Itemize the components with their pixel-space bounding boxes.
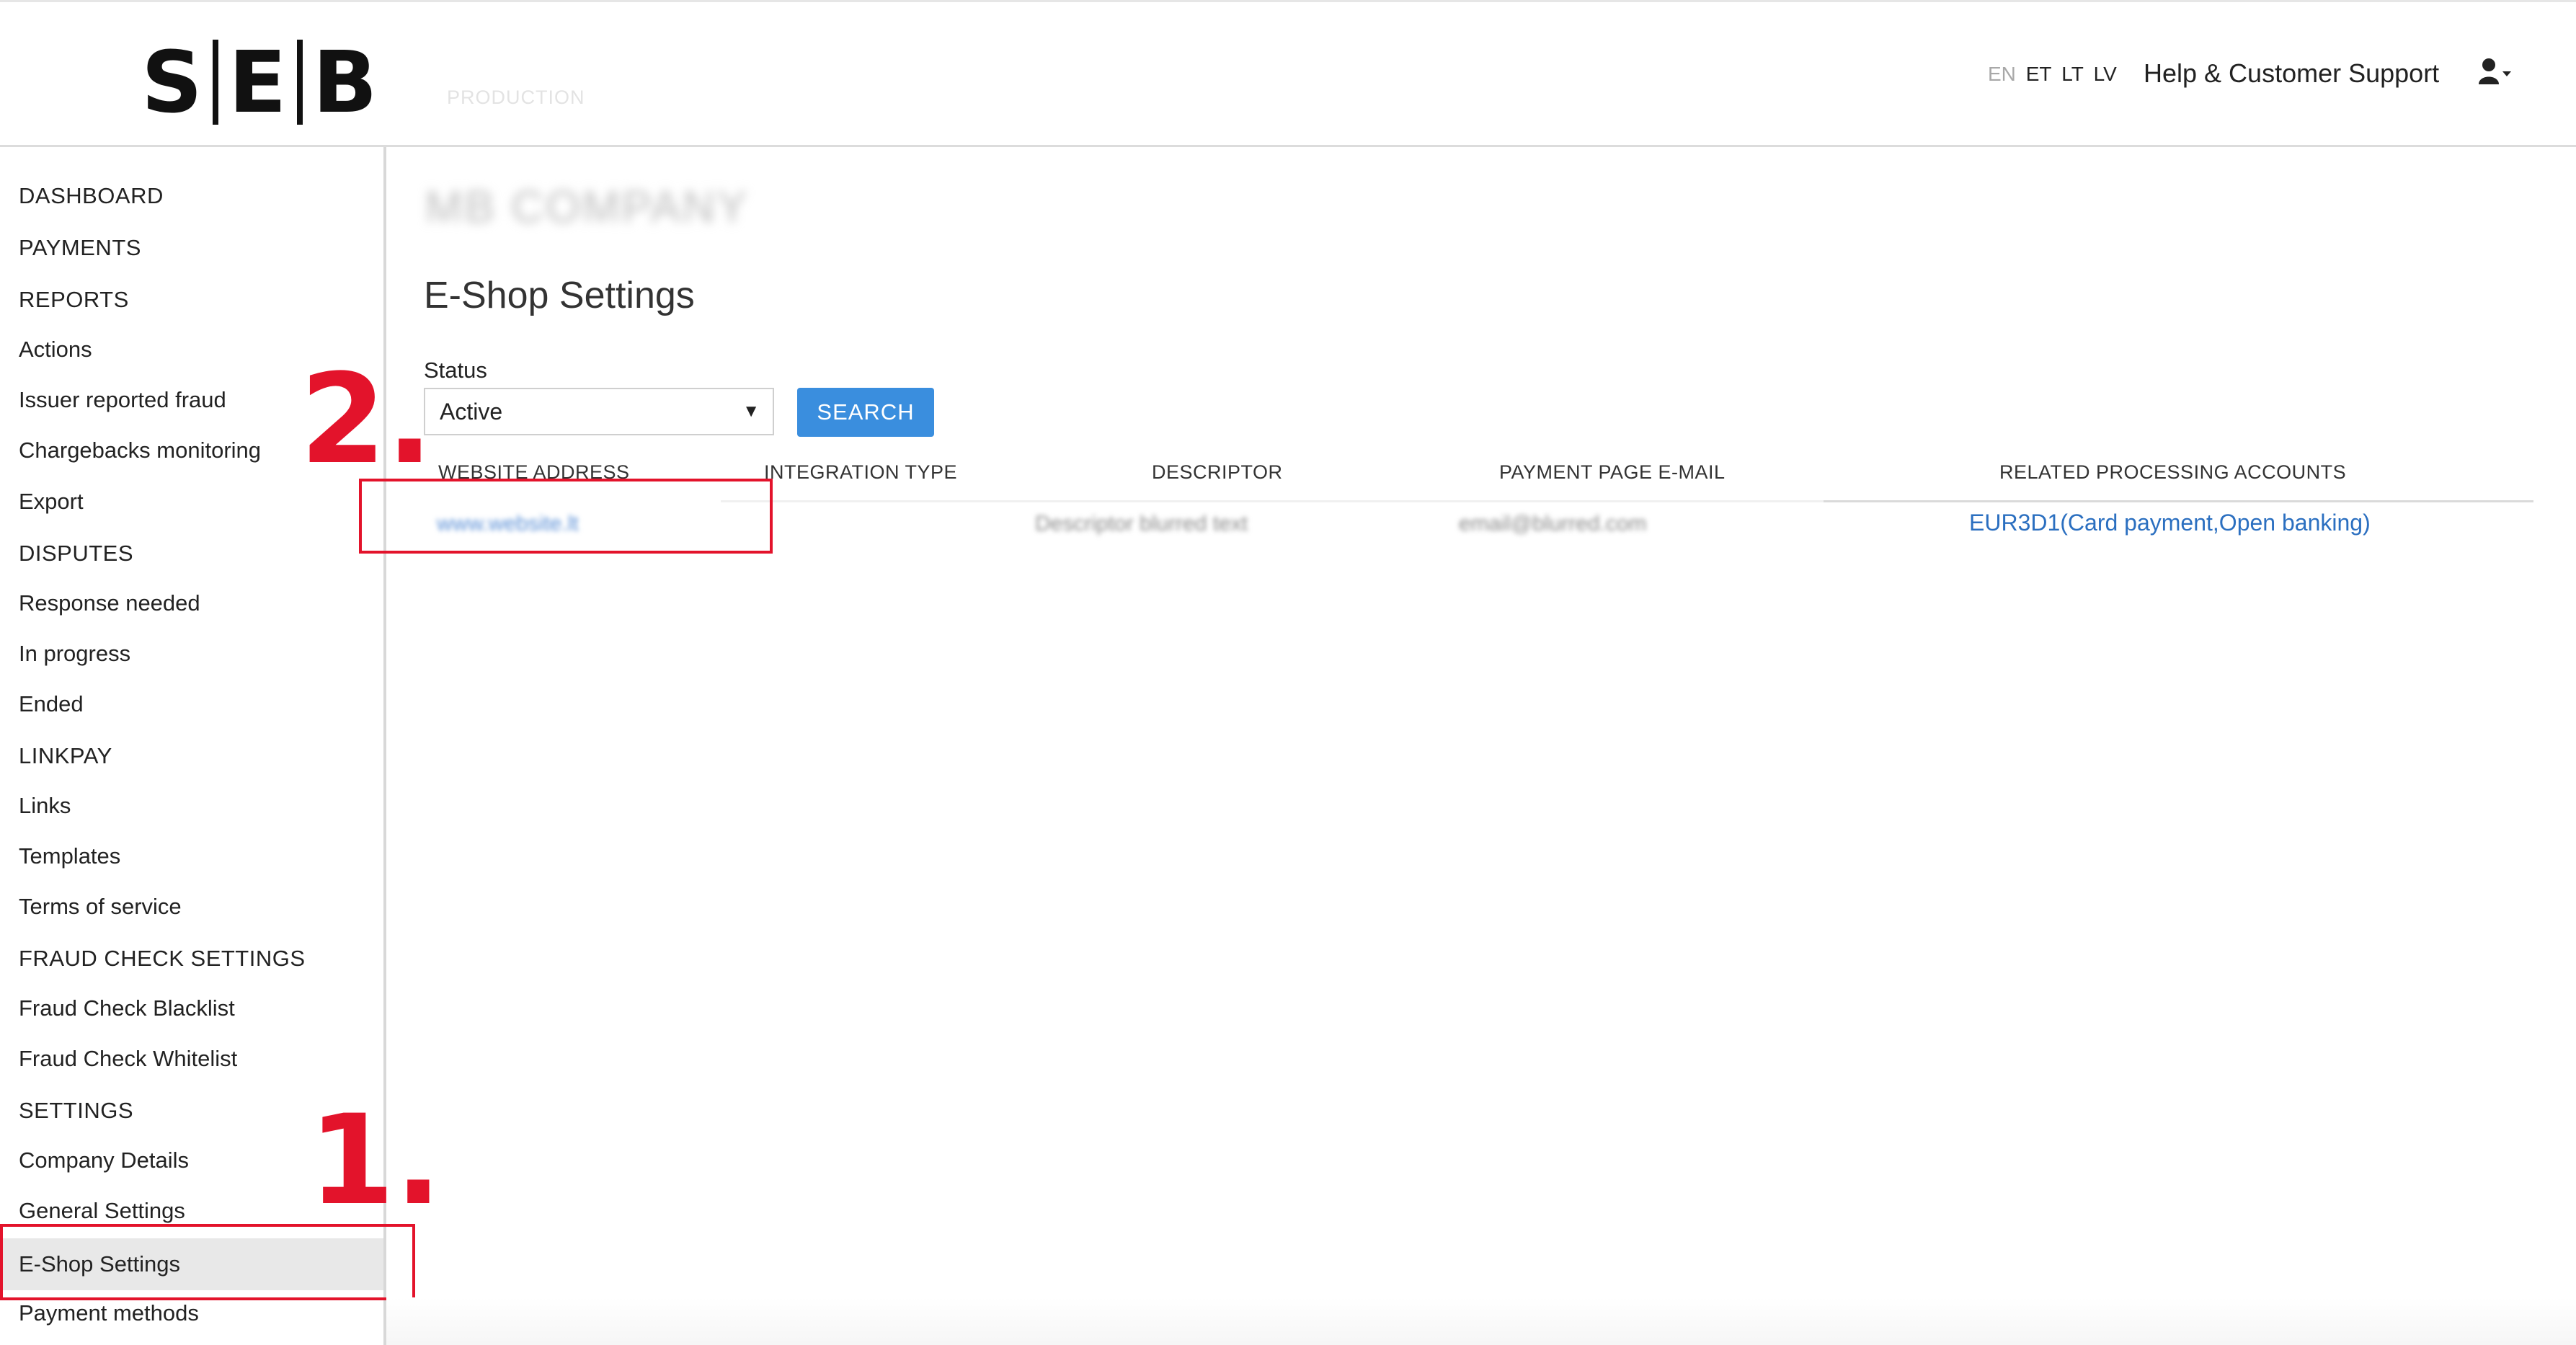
environment-label: PRODUCTION [447, 86, 585, 108]
sidebar-item-response-needed[interactable]: Response needed [0, 583, 383, 623]
sidebar-item-links[interactable]: Links [0, 786, 383, 826]
annotation-step-2: 2. [300, 347, 434, 492]
sidebar-item-terms-of-service[interactable]: Terms of service [0, 887, 383, 927]
dropdown-arrow-icon: ▼ [742, 401, 760, 421]
lang-lt[interactable]: LT [2061, 63, 2084, 85]
header: S E B PRODUCTION EN ET LT LV Help & Cust… [0, 2, 2576, 147]
logo-divider [213, 40, 218, 125]
sidebar-item-in-progress[interactable]: In progress [0, 634, 383, 674]
sidebar-item-linkpay[interactable]: LINKPAY [0, 736, 383, 776]
logo-letter-s: S [141, 32, 203, 132]
column-header-descriptor[interactable]: DESCRIPTOR [1152, 461, 1283, 484]
sidebar-item-reports[interactable]: REPORTS [0, 280, 383, 320]
caret-down-icon [2502, 71, 2511, 76]
logo-letter-e: E [228, 32, 287, 132]
sidebar-item-templates[interactable]: Templates [0, 836, 383, 876]
page-title: E-Shop Settings [424, 275, 695, 316]
help-support-link[interactable]: Help & Customer Support [2144, 58, 2439, 89]
logo-divider [296, 40, 303, 125]
status-select[interactable]: Active ▼ [424, 388, 774, 435]
column-header-related-accounts[interactable]: RELATED PROCESSING ACCOUNTS [1999, 461, 2346, 484]
bottom-shadow [386, 1297, 2576, 1345]
search-button[interactable]: SEARCH [797, 388, 934, 437]
sidebar-item-fraud-check-blacklist[interactable]: Fraud Check Blacklist [0, 988, 383, 1029]
annotation-box-website [359, 479, 773, 554]
header-divider-accounts [1824, 500, 2533, 502]
status-label: Status [424, 358, 487, 383]
sidebar-item-fraud-check-settings[interactable]: FRAUD CHECK SETTINGS [0, 938, 383, 979]
lang-lv[interactable]: LV [2094, 63, 2117, 85]
status-select-value: Active [440, 399, 503, 425]
company-name: MB COMPANY [425, 182, 750, 232]
sidebar-item-disputes[interactable]: DISPUTES [0, 533, 383, 574]
seb-logo[interactable]: S E B [141, 32, 378, 132]
annotation-step-1: 1. [308, 1088, 443, 1233]
lang-en[interactable]: EN [1988, 63, 2016, 85]
language-switcher: EN ET LT LV [1988, 63, 2121, 86]
email-cell: email@blurred.com [1459, 512, 1647, 536]
user-icon [2479, 58, 2511, 84]
logo-letter-b: B [312, 32, 378, 132]
column-header-integration-type[interactable]: INTEGRATION TYPE [764, 461, 957, 484]
annotation-box-eshop-settings [0, 1224, 415, 1300]
lang-et[interactable]: ET [2026, 63, 2052, 85]
header-divider [721, 500, 1824, 502]
related-accounts-link[interactable]: EUR3D1(Card payment,Open banking) [1969, 510, 2371, 536]
sidebar-item-payments[interactable]: PAYMENTS [0, 228, 383, 268]
sidebar-item-fraud-check-whitelist[interactable]: Fraud Check Whitelist [0, 1039, 383, 1079]
descriptor-cell: Descriptor blurred text [1035, 512, 1248, 536]
user-menu-button[interactable] [2478, 57, 2521, 86]
sidebar-item-ended[interactable]: Ended [0, 684, 383, 724]
sidebar-item-dashboard[interactable]: DASHBOARD [0, 176, 383, 216]
column-header-payment-email[interactable]: PAYMENT PAGE E-MAIL [1499, 461, 1726, 484]
